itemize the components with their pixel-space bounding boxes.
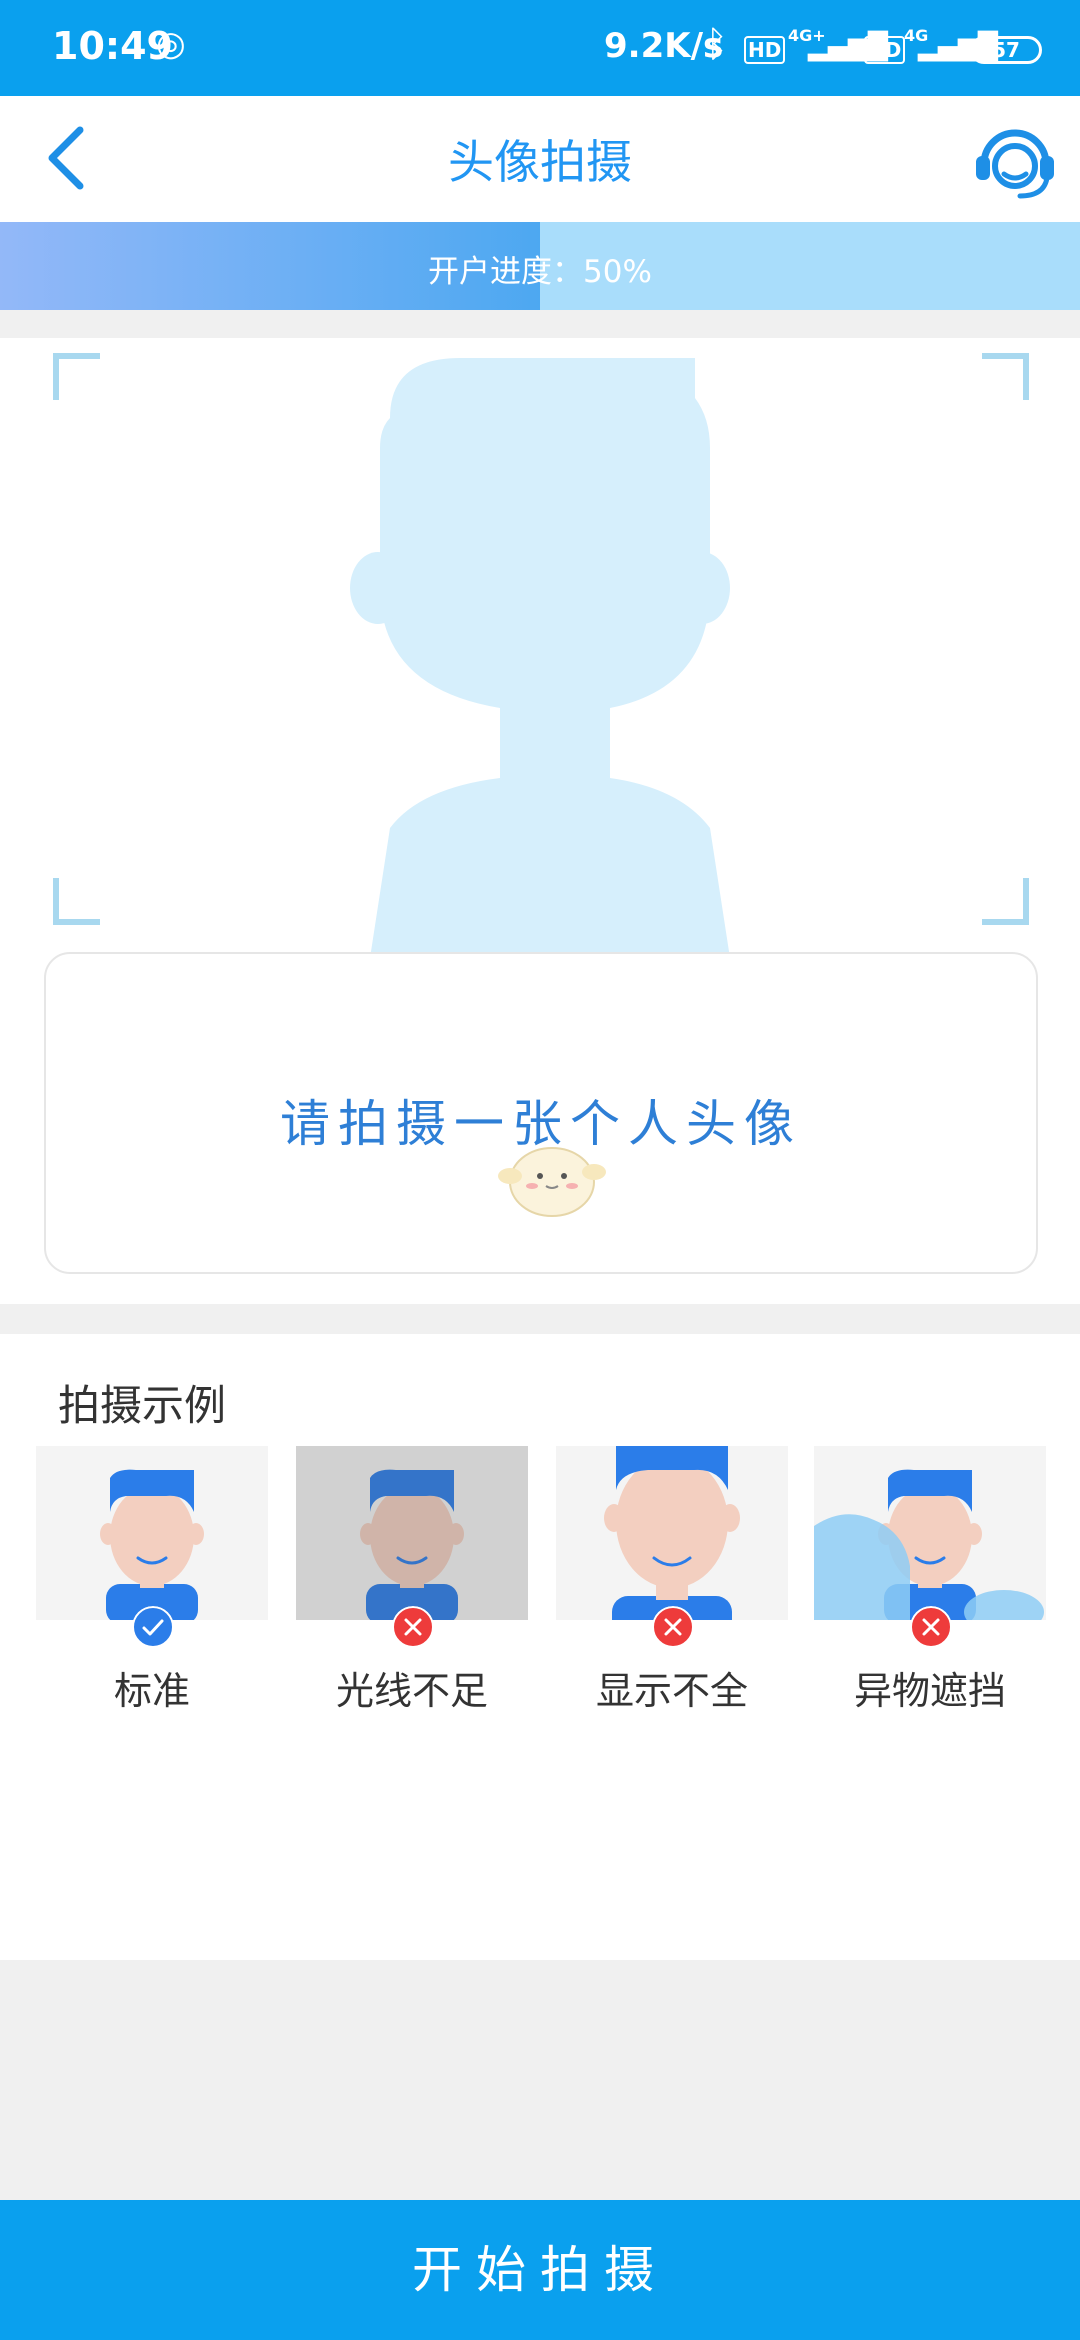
frame-corner-top-right [982, 353, 1029, 400]
progress-text: 开户进度：50% [428, 254, 652, 290]
bluetooth-icon: ᛒ [706, 24, 728, 65]
example-label: 显示不全 [595, 1669, 748, 1713]
check-icon [132, 1606, 174, 1648]
head-silhouette [350, 358, 730, 958]
example-occluded-image [814, 1446, 1046, 1620]
battery-icon: 57 [970, 36, 1042, 64]
example-low-light-image [296, 1446, 528, 1620]
nav-bar: 头像拍摄 [0, 96, 1080, 222]
error-icon [910, 1606, 952, 1648]
example-label: 光线不足 [335, 1669, 488, 1713]
mascot-icon [498, 1147, 606, 1217]
example-standard: 标准 [36, 1446, 268, 1713]
error-icon [652, 1606, 694, 1648]
start-capture-button[interactable]: 开始拍摄 [0, 2200, 1080, 2340]
frame-corner-top-left [53, 353, 100, 400]
example-incomplete: 显示不全 [556, 1446, 788, 1713]
customer-service-button[interactable] [970, 116, 1060, 202]
status-time: 10:49 [52, 24, 173, 68]
hd-badge-2: HD [864, 36, 906, 64]
example-incomplete-image [556, 1446, 788, 1620]
example-low-light: 光线不足 [296, 1446, 528, 1713]
examples-section: 拍摄示例 标准 光线不足 显示不全 异物遮挡 [0, 1334, 1080, 1960]
example-standard-image [36, 1446, 268, 1620]
error-icon [392, 1606, 434, 1648]
netease-music-icon: ◎ [156, 24, 186, 64]
progress-bar: 开户进度：50% [0, 222, 1080, 310]
hd-badge-1: HD [744, 36, 786, 64]
frame-corner-bottom-right [982, 878, 1029, 925]
headset-icon [976, 129, 1054, 199]
status-bar: 10:49 ◎ 9.2K/s ᛒ HD 4G+ ▂▄▆█ HD 4G ▂▄▆█ … [0, 0, 1080, 96]
capture-area[interactable]: 请拍摄一张个人头像 [0, 338, 1080, 1304]
examples-title: 拍摄示例 [58, 1381, 227, 1430]
frame-corner-bottom-left [53, 878, 100, 925]
page-title: 头像拍摄 [448, 135, 632, 189]
prompt-box: 请拍摄一张个人头像 [44, 952, 1038, 1274]
example-label: 标准 [113, 1669, 190, 1713]
example-label: 异物遮挡 [853, 1669, 1006, 1713]
example-occluded: 异物遮挡 [814, 1446, 1046, 1713]
